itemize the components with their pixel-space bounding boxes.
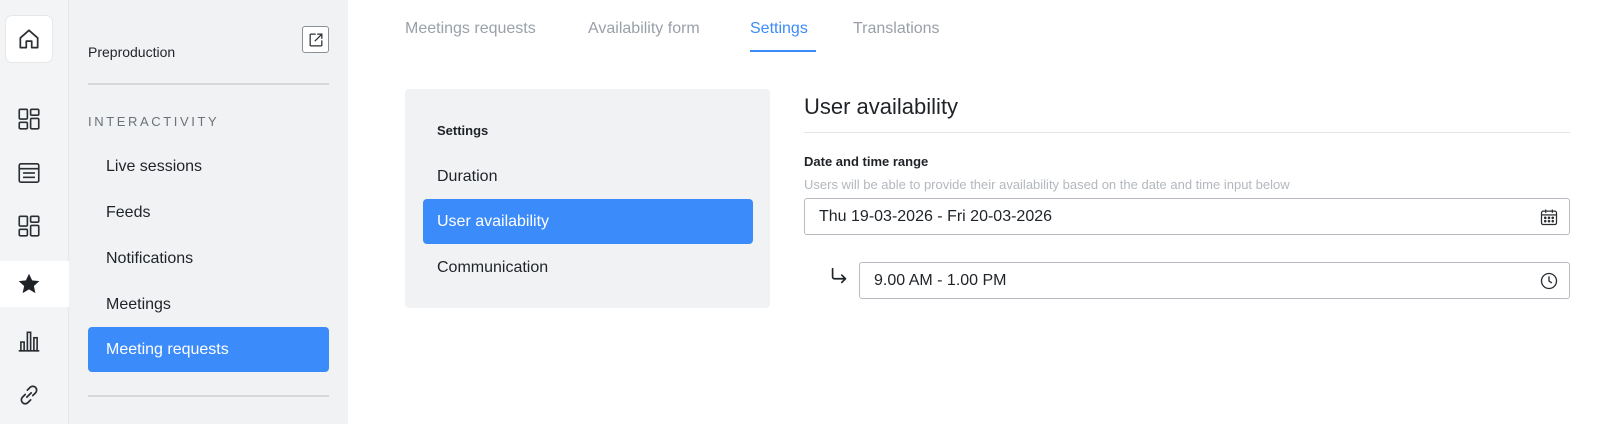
home-icon[interactable]	[6, 16, 52, 62]
sidebar: Preproduction INTERACTIVITY Live session…	[69, 0, 348, 424]
date-range-value: Thu 19-03-2026 - Fri 20-03-2026	[819, 207, 1053, 225]
sidebar-item-label: Meetings	[106, 295, 171, 313]
divider	[88, 395, 329, 397]
star-icon[interactable]	[6, 261, 52, 307]
settings-item-label: Duration	[437, 167, 498, 185]
open-external-button[interactable]	[302, 26, 329, 53]
field-label: Date and time range	[804, 154, 929, 169]
settings-item-label: Communication	[437, 258, 549, 276]
external-link-icon	[309, 33, 322, 46]
section-label: INTERACTIVITY	[88, 114, 220, 129]
project-name: Preproduction	[88, 44, 176, 60]
sidebar-item-label: Meeting requests	[106, 340, 229, 358]
settings-item-communication[interactable]: Communication	[423, 245, 753, 290]
time-range-value: 9.00 AM - 1.00 PM	[874, 271, 1007, 289]
subdirectory-arrow-icon	[831, 267, 847, 284]
calendar-icon[interactable]	[1539, 207, 1559, 227]
link-icon[interactable]	[6, 372, 52, 418]
sidebar-item-live-sessions[interactable]: Live sessions	[88, 144, 329, 189]
divider	[88, 83, 329, 85]
settings-item-label: User availability	[437, 212, 550, 230]
dashboard-icon[interactable]	[6, 96, 52, 142]
date-range-input[interactable]: Thu 19-03-2026 - Fri 20-03-2026	[804, 198, 1570, 235]
time-range-input[interactable]: 9.00 AM - 1.00 PM	[859, 262, 1570, 299]
bar-chart-icon[interactable]	[6, 318, 52, 364]
sidebar-item-label: Live sessions	[106, 157, 203, 175]
sidebar-item-label: Feeds	[106, 203, 151, 221]
settings-item-user-availability[interactable]: User availability	[423, 199, 753, 244]
active-tab-indicator	[750, 50, 816, 52]
icon-rail	[0, 0, 69, 424]
settings-panel: Settings Duration User availability Comm…	[405, 89, 770, 308]
sidebar-item-notifications[interactable]: Notifications	[88, 236, 329, 281]
sidebar-item-label: Notifications	[106, 249, 194, 267]
settings-panel-title: Settings	[437, 123, 489, 138]
sidebar-item-meetings[interactable]: Meetings	[88, 282, 329, 327]
tab-meetings-requests[interactable]: Meetings requests	[405, 20, 536, 38]
sidebar-item-meeting-requests[interactable]: Meeting requests	[88, 327, 329, 372]
tab-translations[interactable]: Translations	[853, 20, 940, 38]
settings-item-duration[interactable]: Duration	[423, 154, 753, 199]
tab-settings[interactable]: Settings	[750, 20, 808, 38]
tab-availability-form[interactable]: Availability form	[588, 20, 700, 38]
page-title: User availability	[804, 94, 959, 119]
sidebar-item-feeds[interactable]: Feeds	[88, 190, 329, 235]
list-icon[interactable]	[6, 150, 52, 196]
grid-icon[interactable]	[6, 203, 52, 249]
clock-icon[interactable]	[1539, 271, 1559, 291]
field-help-text: Users will be able to provide their avai…	[804, 177, 1290, 192]
divider	[804, 132, 1570, 133]
